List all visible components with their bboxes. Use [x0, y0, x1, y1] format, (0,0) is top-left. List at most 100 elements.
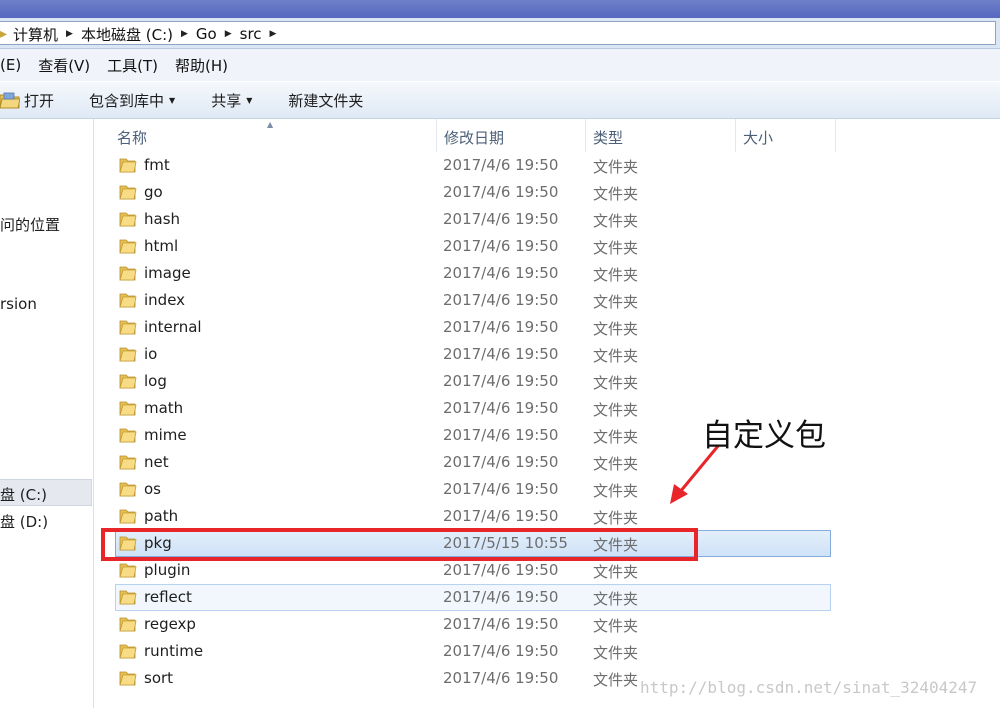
folder-icon [119, 400, 137, 420]
column-date[interactable]: 修改日期 [444, 127, 504, 148]
folder-icon [119, 211, 137, 231]
file-type: 文件夹 [593, 401, 639, 419]
file-date: 2017/4/6 19:50 [443, 588, 559, 606]
window-title-bar [0, 0, 1000, 18]
file-name: index [144, 291, 186, 309]
file-row[interactable]: internal 2017/4/6 19:50 文件夹 [115, 314, 831, 341]
column-name[interactable]: 名称 [117, 127, 147, 148]
chevron-right-icon[interactable]: ▶ [270, 29, 277, 39]
file-date: 2017/4/6 19:50 [443, 210, 559, 228]
breadcrumb-computer[interactable]: 计算机 [13, 24, 58, 45]
file-row[interactable]: plugin 2017/4/6 19:50 文件夹 [115, 557, 831, 584]
file-name: mime [144, 426, 187, 444]
folder-icon [119, 454, 137, 474]
file-type: 文件夹 [593, 671, 639, 689]
file-name: path [144, 507, 179, 525]
address-box[interactable]: ▸ 计算机 ▶ 本地磁盘 (C:) ▶ Go ▶ src ▶ [0, 21, 996, 45]
file-row[interactable]: fmt 2017/4/6 19:50 文件夹 [115, 152, 831, 179]
folder-icon [119, 643, 137, 663]
file-row[interactable]: log 2017/4/6 19:50 文件夹 [115, 368, 831, 395]
folder-icon [119, 346, 137, 366]
folder-icon: ▸ [0, 26, 8, 42]
file-row[interactable]: index 2017/4/6 19:50 文件夹 [115, 287, 831, 314]
chevron-right-icon[interactable]: ▶ [181, 29, 188, 39]
file-date: 2017/4/6 19:50 [443, 642, 559, 660]
file-date: 2017/4/6 19:50 [443, 291, 559, 309]
file-date: 2017/4/6 19:50 [443, 669, 559, 687]
folder-icon [119, 616, 137, 636]
file-date: 2017/4/6 19:50 [443, 615, 559, 633]
include-in-library-button[interactable]: 包含到库中 ▼ [89, 90, 175, 111]
nav-item-drive-c[interactable]: 盘 (C:) [0, 484, 47, 505]
file-name: html [144, 237, 179, 255]
file-name: go [144, 183, 163, 201]
column-type[interactable]: 类型 [593, 127, 623, 148]
file-row[interactable]: image 2017/4/6 19:50 文件夹 [115, 260, 831, 287]
file-type: 文件夹 [593, 590, 639, 608]
chevron-right-icon[interactable]: ▶ [66, 29, 73, 39]
file-name: image [144, 264, 191, 282]
file-name: reflect [144, 588, 192, 606]
file-type: 文件夹 [593, 563, 639, 581]
share-button[interactable]: 共享 ▼ [211, 90, 252, 111]
file-row[interactable]: html 2017/4/6 19:50 文件夹 [115, 233, 831, 260]
file-type: 文件夹 [593, 347, 639, 365]
breadcrumb-local-disk-c[interactable]: 本地磁盘 (C:) [81, 24, 173, 45]
nav-item-version[interactable]: rsion [0, 295, 37, 313]
file-row[interactable]: go 2017/4/6 19:50 文件夹 [115, 179, 831, 206]
folder-icon [119, 562, 137, 582]
nav-item-recent-places[interactable]: 问的位置 [0, 214, 60, 235]
chevron-down-icon: ▼ [169, 95, 176, 105]
file-type: 文件夹 [593, 644, 639, 662]
breadcrumb-go[interactable]: Go [196, 25, 217, 43]
folder-icon [119, 292, 137, 312]
file-type: 文件夹 [593, 617, 639, 635]
file-date: 2017/4/6 19:50 [443, 453, 559, 471]
file-date: 2017/4/6 19:50 [443, 156, 559, 174]
file-date: 2017/4/6 19:50 [443, 399, 559, 417]
open-button[interactable]: 打开 [0, 90, 54, 111]
file-date: 2017/4/6 19:50 [443, 183, 559, 201]
column-divider[interactable] [835, 119, 836, 152]
folder-icon [119, 670, 137, 690]
file-row[interactable]: regexp 2017/4/6 19:50 文件夹 [115, 611, 831, 638]
new-folder-label: 新建文件夹 [288, 91, 364, 110]
file-date: 2017/4/6 19:50 [443, 426, 559, 444]
file-type: 文件夹 [593, 428, 639, 446]
file-name: net [144, 453, 169, 471]
file-date: 2017/4/6 19:50 [443, 237, 559, 255]
nav-item-drive-d[interactable]: 盘 (D:) [0, 511, 48, 532]
folder-icon [119, 481, 137, 501]
file-row[interactable]: hash 2017/4/6 19:50 文件夹 [115, 206, 831, 233]
column-header: ▲ 名称 修改日期 类型 大小 [96, 119, 1000, 152]
file-name: log [144, 372, 167, 390]
file-name: fmt [144, 156, 170, 174]
menu-view[interactable]: 查看(V) [38, 55, 90, 76]
breadcrumb-src[interactable]: src [240, 25, 262, 43]
file-type: 文件夹 [593, 482, 639, 500]
new-folder-button[interactable]: 新建文件夹 [288, 90, 363, 111]
column-divider[interactable] [436, 119, 437, 152]
menu-edit[interactable]: (E) [0, 56, 21, 74]
menu-tools[interactable]: 工具(T) [107, 55, 158, 76]
file-row[interactable]: reflect 2017/4/6 19:50 文件夹 [115, 584, 831, 611]
file-date: 2017/4/6 19:50 [443, 480, 559, 498]
file-row[interactable]: io 2017/4/6 19:50 文件夹 [115, 341, 831, 368]
file-date: 2017/4/6 19:50 [443, 318, 559, 336]
column-divider[interactable] [585, 119, 586, 152]
file-name: regexp [144, 615, 196, 633]
file-row[interactable]: runtime 2017/4/6 19:50 文件夹 [115, 638, 831, 665]
folder-icon [119, 265, 137, 285]
share-label: 共享 [211, 91, 242, 110]
watermark: http://blog.csdn.net/sinat_32404247 [640, 678, 978, 697]
menu-help[interactable]: 帮助(H) [175, 55, 228, 76]
chevron-right-icon[interactable]: ▶ [225, 29, 232, 39]
file-name: io [144, 345, 158, 363]
column-size[interactable]: 大小 [743, 127, 773, 148]
annotation-label: 自定义包 [702, 418, 826, 454]
file-date: 2017/4/6 19:50 [443, 264, 559, 282]
file-name: sort [144, 669, 174, 687]
file-type: 文件夹 [593, 185, 639, 203]
file-type: 文件夹 [593, 509, 639, 527]
column-divider[interactable] [735, 119, 736, 152]
